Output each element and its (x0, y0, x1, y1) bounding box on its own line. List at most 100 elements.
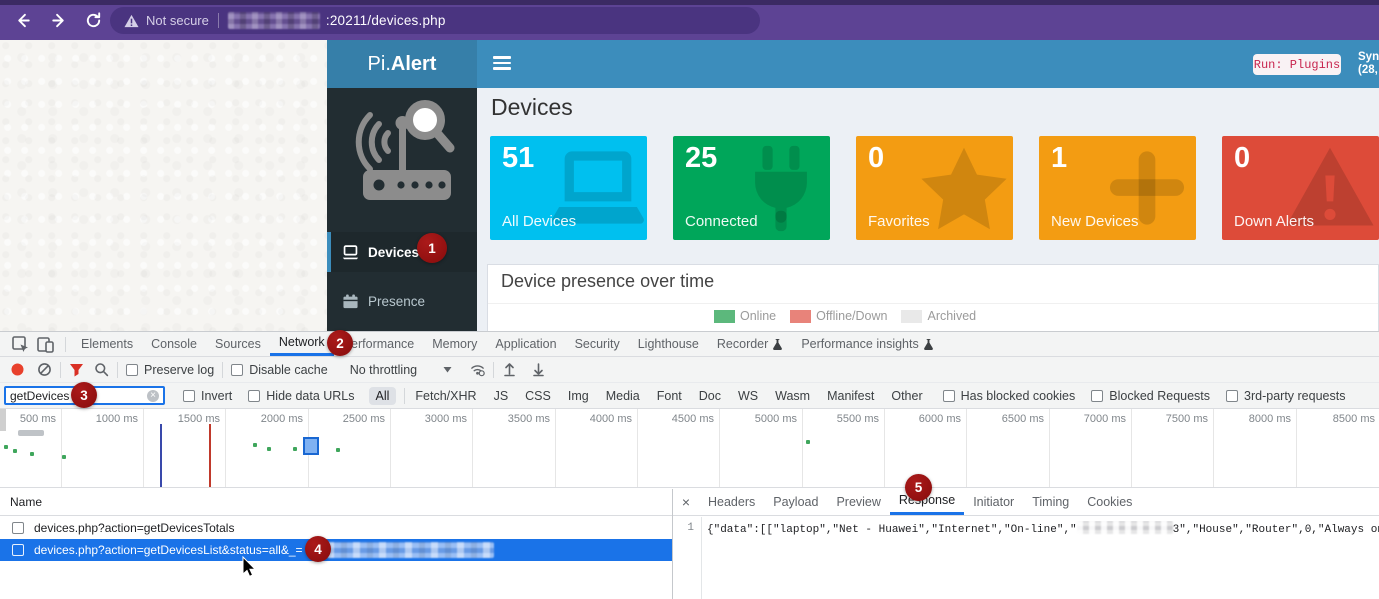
run-plugins-button[interactable]: Run: Plugins (1253, 54, 1341, 75)
response-line-gutter: 1 (673, 517, 702, 599)
pialert-logo[interactable]: Pi.Alert (327, 40, 477, 88)
details-tab-preview[interactable]: Preview (827, 489, 889, 515)
devtools-tab-sources[interactable]: Sources (206, 332, 270, 356)
request-checkbox[interactable] (12, 522, 24, 534)
network-filter-row: × Invert Hide data URLs All Fetch/XHR JS… (0, 383, 1379, 409)
timeline-tick: 7000 ms (1050, 409, 1132, 487)
clear-icon[interactable] (37, 362, 52, 377)
network-overview-timeline[interactable]: 500 ms 1000 ms 1500 ms 2000 ms 2500 ms 3… (0, 409, 1379, 488)
card-connected[interactable]: 25 Connected (673, 136, 830, 240)
clear-filter-icon[interactable]: × (147, 390, 159, 402)
preserve-log-checkbox[interactable] (126, 364, 138, 376)
not-secure-warning-icon (124, 14, 139, 28)
third-party-checkbox[interactable] (1226, 390, 1238, 402)
annotation-step-2: 2 (327, 330, 353, 356)
filter-type-js[interactable]: JS (494, 389, 509, 403)
filter-type-img[interactable]: Img (568, 389, 589, 403)
toolbar-separator (222, 362, 223, 378)
filter-type-ws[interactable]: WS (738, 389, 758, 403)
device-toolbar-icon[interactable] (37, 336, 54, 353)
filter-type-manifest[interactable]: Manifest (827, 389, 874, 403)
network-toolbar: Preserve log Disable cache No throttling (0, 357, 1379, 383)
url-path: :20211/devices.php (326, 13, 446, 28)
waterfall-dot (806, 440, 810, 444)
hide-data-urls-checkbox[interactable] (248, 390, 260, 402)
filter-type-doc[interactable]: Doc (699, 389, 721, 403)
filter-type-other[interactable]: Other (891, 389, 922, 403)
close-details-icon[interactable]: × (673, 489, 699, 515)
invert-checkbox[interactable] (183, 390, 195, 402)
timeline-tick: 3500 ms (473, 409, 556, 487)
timeline-tick: 1500 ms (144, 409, 226, 487)
timeline-tick: 500 ms (0, 409, 62, 487)
card-favorites[interactable]: 0 Favorites (856, 136, 1013, 240)
request-list-header[interactable]: Name (0, 489, 672, 516)
card-new-devices[interactable]: 1 New Devices (1039, 136, 1196, 240)
devtools-tab-memory[interactable]: Memory (423, 332, 486, 356)
redacted-query-param (327, 542, 494, 558)
devtools-tab-application[interactable]: Application (486, 332, 565, 356)
details-tab-cookies[interactable]: Cookies (1078, 489, 1141, 515)
devtools-tab-elements[interactable]: Elements (72, 332, 142, 356)
toolbar-separator (65, 337, 66, 352)
browser-window-strip (0, 0, 1379, 5)
devtools-tab-security[interactable]: Security (566, 332, 629, 356)
waterfall-dot (4, 445, 8, 449)
browser-reload-icon[interactable] (84, 11, 103, 30)
annotation-step-1: 1 (417, 233, 447, 263)
sidebar-item-presence[interactable]: Presence (327, 284, 477, 318)
address-bar[interactable]: Not secure :20211/devices.php (110, 7, 760, 34)
filter-type-fetch[interactable]: Fetch/XHR (415, 389, 476, 403)
devtools-tab-lighthouse[interactable]: Lighthouse (629, 332, 708, 356)
timeline-tick: 1000 ms (62, 409, 144, 487)
filter-type-font[interactable]: Font (657, 389, 682, 403)
request-row-devices-list[interactable]: devices.php?action=getDevicesList&status… (0, 539, 672, 561)
record-icon[interactable] (10, 362, 25, 377)
throttling-select[interactable]: No throttling (350, 363, 417, 377)
inspect-element-icon[interactable] (12, 336, 29, 353)
search-icon[interactable] (94, 362, 109, 377)
waterfall-dot (293, 447, 297, 451)
devtools-tab-performance-insights[interactable]: Performance insights (792, 332, 942, 356)
card-down-alerts[interactable]: 0 Down Alerts (1222, 136, 1379, 240)
details-tab-timing[interactable]: Timing (1023, 489, 1078, 515)
chevron-down-icon[interactable] (443, 366, 452, 373)
filter-type-all[interactable]: All (369, 387, 397, 405)
legend-swatch-online (714, 310, 735, 323)
details-tab-initiator[interactable]: Initiator (964, 489, 1023, 515)
omnibox-separator (218, 13, 219, 28)
redacted-host (228, 12, 320, 29)
not-secure-label: Not secure (146, 13, 209, 28)
card-all-devices[interactable]: 51 All Devices (490, 136, 647, 240)
devtools-tab-console[interactable]: Console (142, 332, 206, 356)
network-conditions-icon[interactable] (470, 362, 485, 377)
has-blocked-cookies-checkbox[interactable] (943, 390, 955, 402)
filter-icon[interactable] (69, 362, 84, 377)
sidebar-item-devices[interactable]: Devices (327, 232, 477, 272)
toolbar-separator (493, 362, 494, 378)
request-checkbox[interactable] (12, 544, 24, 556)
export-har-icon[interactable] (531, 362, 546, 377)
experiment-flask-icon (772, 338, 783, 350)
annotation-step-5: 5 (905, 474, 932, 501)
timeline-tick: 4500 ms (638, 409, 720, 487)
devtools-tab-recorder[interactable]: Recorder (708, 332, 792, 356)
browser-back-icon[interactable] (14, 11, 33, 30)
filter-type-css[interactable]: CSS (525, 389, 551, 403)
browser-forward-icon[interactable] (49, 11, 68, 30)
filter-type-media[interactable]: Media (606, 389, 640, 403)
filter-type-wasm[interactable]: Wasm (775, 389, 810, 403)
details-tab-payload[interactable]: Payload (764, 489, 827, 515)
devtools-tab-network[interactable]: Network (270, 332, 334, 356)
disable-cache-checkbox[interactable] (231, 364, 243, 376)
hamburger-menu-icon[interactable] (493, 56, 511, 71)
details-tab-headers[interactable]: Headers (699, 489, 764, 515)
blocked-requests-checkbox[interactable] (1091, 390, 1103, 402)
disable-cache-label: Disable cache (249, 363, 328, 377)
request-row-totals[interactable]: devices.php?action=getDevicesTotals (0, 517, 672, 539)
timeline-tick: 3000 ms (391, 409, 473, 487)
timeline-tick: 8500 ms (1297, 409, 1379, 487)
import-har-icon[interactable] (502, 362, 517, 377)
pialert-header (477, 40, 1379, 88)
toolbar-separator (60, 362, 61, 378)
